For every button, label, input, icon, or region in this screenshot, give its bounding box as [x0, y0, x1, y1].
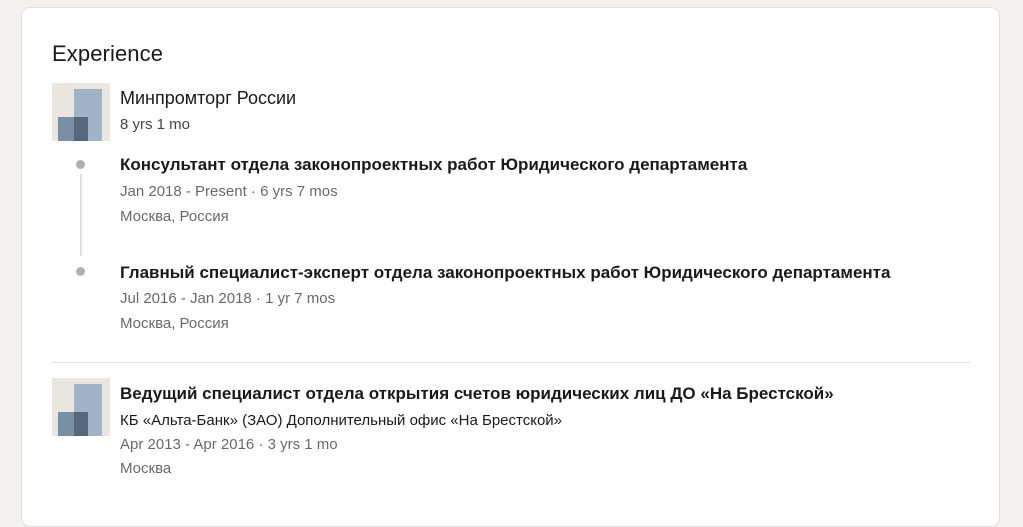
- company-name[interactable]: КБ «Альта-Банк» (ЗАО) Дополнительный офи…: [120, 412, 562, 429]
- timeline-line: [80, 174, 82, 256]
- role-dates: Jan 2018 - Present · 6 yrs 7 mos: [120, 183, 338, 200]
- role-location: Москва, Россия: [120, 208, 229, 225]
- company-logo-icon[interactable]: [52, 378, 110, 436]
- role-dates: Jul 2016 - Jan 2018 · 1 yr 7 mos: [120, 290, 336, 307]
- role-title[interactable]: Главный специалист-эксперт отдела законо…: [120, 263, 890, 283]
- timeline-dot-icon: [76, 267, 85, 276]
- role-location: Москва, Россия: [120, 315, 229, 332]
- company-logo-icon[interactable]: [52, 83, 110, 141]
- role-title[interactable]: Ведущий специалист отдела открытия счето…: [120, 384, 834, 404]
- company-duration: 8 yrs 1 mo: [120, 116, 191, 133]
- role-dates: Apr 2013 - Apr 2016 · 3 yrs 1 mo: [120, 436, 338, 453]
- company-name[interactable]: Минпромторг России: [120, 88, 296, 109]
- section-title: Experience: [52, 41, 164, 66]
- divider: [52, 362, 971, 363]
- role-location: Москва: [120, 460, 172, 477]
- role-title[interactable]: Консультант отдела законопроектных работ…: [120, 155, 747, 175]
- experience-card: Experience Минпромторг России 8 yrs 1 mo…: [21, 7, 1000, 527]
- timeline-dot-icon: [76, 160, 85, 169]
